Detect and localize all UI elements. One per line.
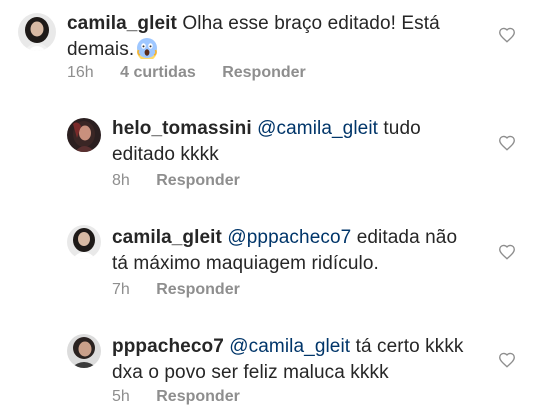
avatar[interactable] [67, 118, 101, 152]
mention-link[interactable]: @camila_gleit [229, 336, 350, 357]
reply-button[interactable]: Responder [156, 281, 240, 298]
heart-outline-icon[interactable] [498, 243, 516, 261]
comment-time: 5h [112, 388, 130, 405]
likes-count[interactable]: 4 curtidas [120, 64, 196, 81]
comment-body: tudo [383, 118, 421, 139]
comment-meta: 8h Responder [112, 171, 262, 191]
comment-username[interactable]: helo_tomassini [112, 118, 252, 139]
mention-link[interactable]: @pppacheco7 [227, 227, 351, 248]
comment-body-line2: editado kkkk [112, 144, 219, 165]
comment-text: camila_gleit Olha esse braço editado! Es… [67, 11, 487, 63]
heart-outline-icon[interactable] [498, 351, 516, 369]
comment-2: helo_tomassini @camila_gleit tudo editad… [0, 107, 540, 207]
comment-meta: 16h 4 curtidas Responder [67, 63, 328, 83]
face-screaming-emoji-icon [136, 37, 158, 61]
avatar[interactable] [18, 13, 56, 51]
comment-1: camila_gleit Olha esse braço editado! Es… [0, 0, 540, 95]
comment-time: 16h [67, 64, 94, 81]
mention-link[interactable]: @camila_gleit [257, 118, 378, 139]
reply-button[interactable]: Responder [156, 172, 240, 189]
comment-body: editada não [356, 227, 458, 248]
heart-outline-icon[interactable] [498, 134, 516, 152]
comment-body: Olha esse braço editado! Está [182, 13, 440, 34]
comment-meta: 5h Responder [112, 387, 262, 407]
reply-button[interactable]: Responder [222, 64, 306, 81]
comment-time: 7h [112, 281, 130, 298]
avatar[interactable] [67, 334, 101, 368]
comment-time: 8h [112, 172, 130, 189]
avatar[interactable] [67, 225, 101, 259]
comment-body-line2: dxa o povo ser feliz maluca kkkk [112, 362, 389, 383]
comment-3: camila_gleit @pppacheco7 editada não tá … [0, 216, 540, 311]
comment-body-line2: tá máximo maquiagem ridículo. [112, 253, 379, 274]
reply-button[interactable]: Responder [156, 388, 240, 405]
comment-text: camila_gleit @pppacheco7 editada não tá … [112, 225, 492, 277]
comment-body-line2: demais. [67, 39, 135, 60]
comment-body: tá certo kkkk [355, 336, 464, 357]
comment-username[interactable]: camila_gleit [112, 227, 222, 248]
comment-4: pppacheco7 @camila_gleit tá certo kkkk d… [0, 325, 540, 413]
comment-username[interactable]: pppacheco7 [112, 336, 224, 357]
comment-meta: 7h Responder [112, 280, 262, 300]
comment-text: pppacheco7 @camila_gleit tá certo kkkk d… [112, 334, 492, 386]
comment-text: helo_tomassini @camila_gleit tudo editad… [112, 116, 492, 168]
comment-username[interactable]: camila_gleit [67, 13, 177, 34]
heart-outline-icon[interactable] [498, 26, 516, 44]
